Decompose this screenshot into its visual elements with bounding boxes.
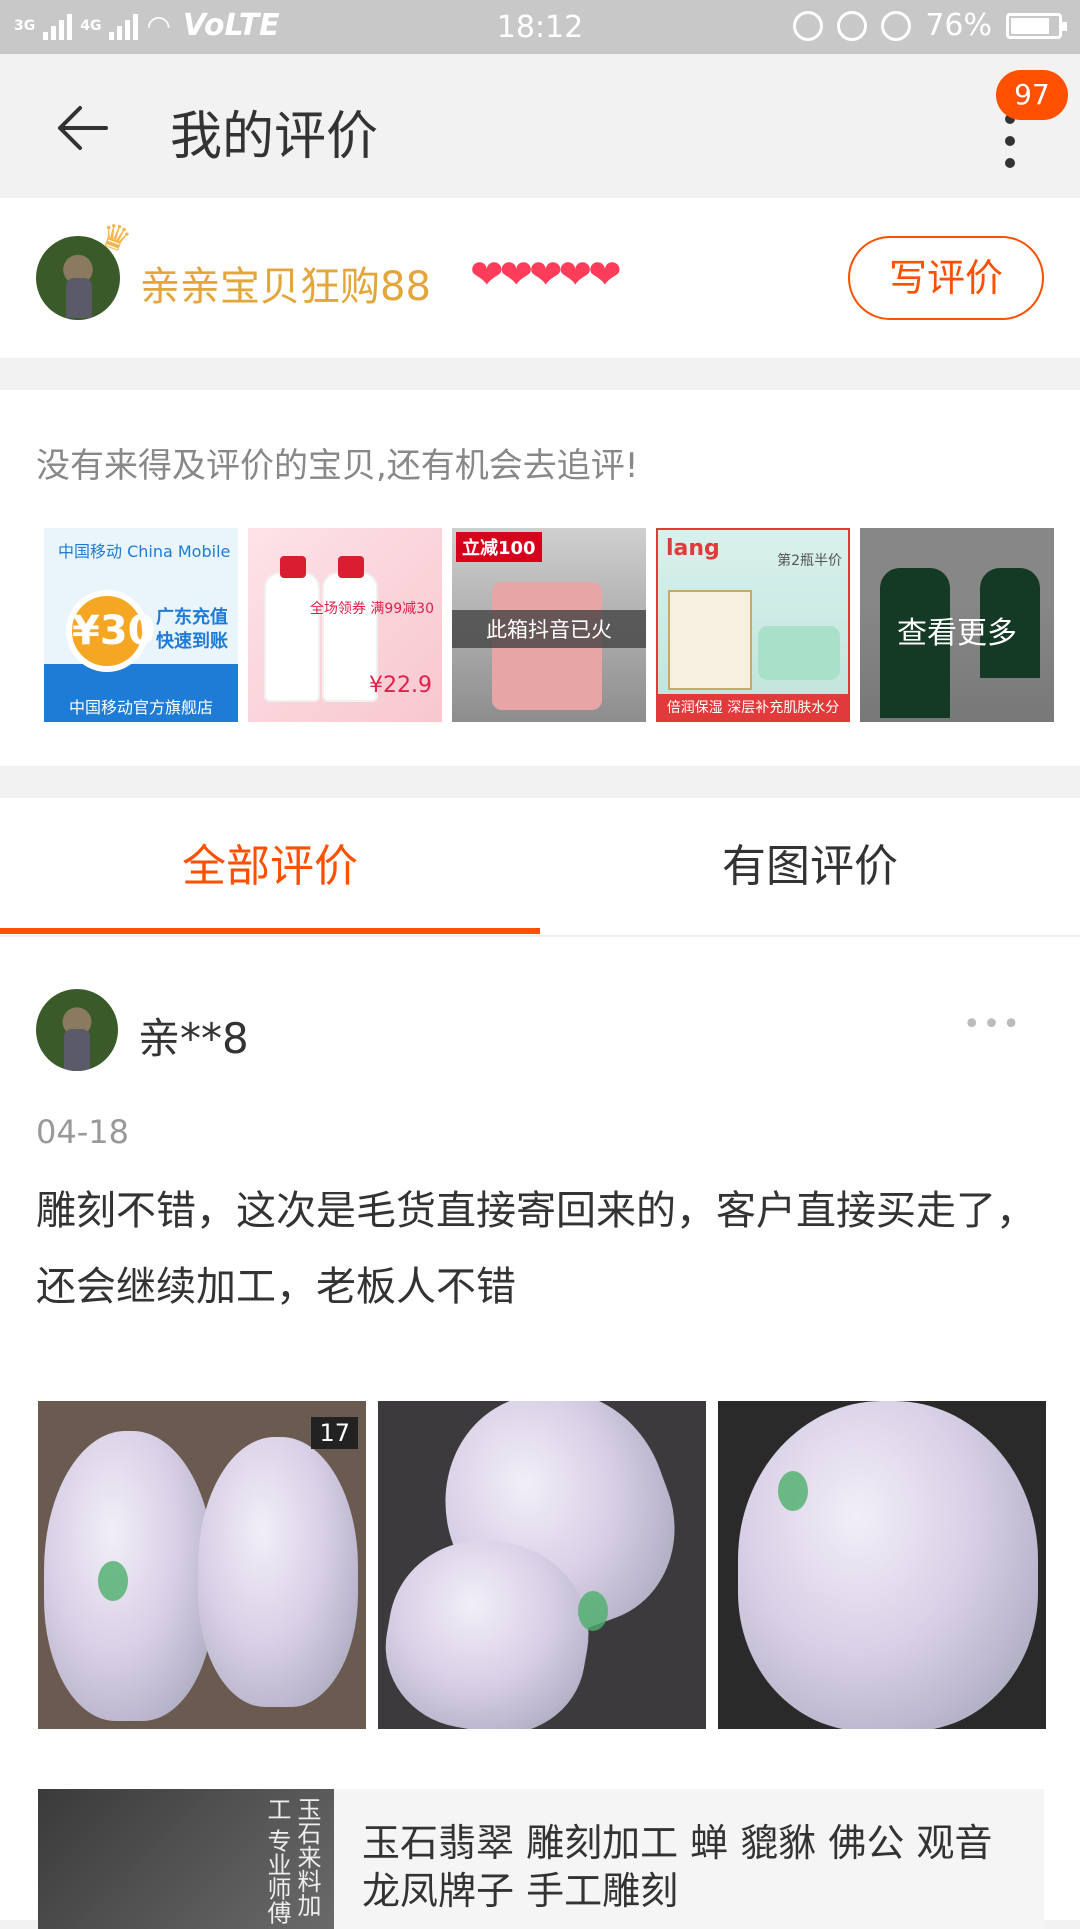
pending-item-lotion[interactable]: 全场领券 满99减30 ¥22.9 bbox=[248, 528, 442, 722]
see-more-button[interactable]: 查看更多 bbox=[860, 528, 1054, 722]
review-photo[interactable]: 17 bbox=[38, 1401, 366, 1729]
pending-item-skincare[interactable]: lang 第2瓶半价 倍润保湿 深层补充肌肤水分 bbox=[656, 528, 850, 722]
active-tab-indicator bbox=[0, 928, 540, 934]
more-options-icon[interactable]: ••• bbox=[963, 1007, 1022, 1042]
pending-review-section: 没有来得及评价的宝贝,还有机会去追评! 中国移动 China Mobile ¥3… bbox=[0, 390, 1080, 766]
reputation-hearts-icon: ❤❤❤❤❤ bbox=[470, 252, 622, 298]
page-title: 我的评价 bbox=[170, 107, 379, 167]
alarm-icon bbox=[881, 10, 912, 41]
pending-item-mobile-recharge[interactable]: 中国移动 China Mobile ¥30 广东充值 快速到账 中国移动官方旗舰… bbox=[44, 528, 238, 722]
review-date: 04-18 bbox=[36, 1113, 129, 1151]
item-footer: 中国移动官方旗舰店 bbox=[68, 698, 213, 717]
nav-bar: 我的评价 97 bbox=[0, 54, 1080, 198]
product-title: 玉石翡翠 雕刻加工 蝉 貔貅 佛公 观音 龙凤牌子 手工雕刻 bbox=[362, 1821, 993, 1913]
status-bar: 3G 4G ◠ VoLTE 18:12 76% bbox=[0, 0, 1080, 54]
item-text: 广东充值 快速到账 bbox=[156, 607, 228, 652]
review-text: 雕刻不错，这次是毛货直接寄回来的，客户直接买走了，还会继续加工，老板人不错 bbox=[36, 1188, 1036, 1310]
product-box-image bbox=[668, 590, 752, 690]
item-tag: 立减100 bbox=[456, 532, 542, 562]
review-photo[interactable] bbox=[718, 1401, 1046, 1729]
write-review-button[interactable]: 写评价 bbox=[848, 236, 1044, 320]
review-photos: 17 bbox=[38, 1401, 1046, 1729]
jade-pendant-image bbox=[198, 1437, 358, 1707]
lock-rotation-icon bbox=[837, 10, 868, 41]
more-menu-icon[interactable] bbox=[990, 114, 1030, 194]
tab-all-reviews[interactable]: 全部评价 bbox=[0, 798, 540, 936]
user-card: ♛ 亲亲宝贝狂购88 ❤❤❤❤❤ 写评价 bbox=[0, 198, 1080, 358]
item-caption: 此箱抖音已火 bbox=[452, 610, 646, 648]
china-mobile-logo: 中国移动 China Mobile bbox=[58, 542, 231, 561]
photo-label: 17 bbox=[311, 1417, 358, 1449]
mute-icon bbox=[793, 10, 824, 41]
back-arrow-icon[interactable] bbox=[52, 98, 112, 158]
coin-badge: ¥30 bbox=[66, 590, 156, 672]
pending-items: 中国移动 China Mobile ¥30 广东充值 快速到账 中国移动官方旗舰… bbox=[44, 528, 1054, 722]
product-link[interactable]: 玉石来料加工 专业师傅 玉石翡翠 雕刻加工 蝉 貔貅 佛公 观音 龙凤牌子 手工… bbox=[38, 1789, 1044, 1929]
jade-pendant-image bbox=[738, 1401, 1038, 1729]
green-spot bbox=[578, 1591, 608, 1631]
item-footer: 倍润保湿 深层补充肌肤水分 bbox=[658, 694, 848, 720]
username: 亲亲宝贝狂购88 bbox=[140, 264, 431, 310]
avatar bbox=[36, 989, 118, 1071]
status-icons: 76% bbox=[793, 8, 1067, 43]
message-count-badge: 97 bbox=[996, 70, 1068, 120]
green-spot bbox=[98, 1561, 128, 1601]
product-thumbnail-text: 玉石来料加工 专业师傅 bbox=[263, 1797, 321, 1925]
pending-tip: 没有来得及评价的宝贝,还有机会去追评! bbox=[36, 446, 639, 486]
review-photo[interactable] bbox=[378, 1401, 706, 1729]
battery-icon bbox=[1006, 12, 1067, 39]
item-promo: 全场领券 满99减30 bbox=[309, 601, 434, 617]
review-tabs: 全部评价 有图评价 bbox=[0, 798, 1080, 936]
reviewer-name: 亲**8 bbox=[138, 1014, 249, 1063]
jade-pendant-image bbox=[44, 1431, 214, 1721]
bottle-image bbox=[264, 556, 320, 702]
cream-jar-image bbox=[758, 626, 840, 680]
product-thumbnail: 玉石来料加工 专业师傅 bbox=[38, 1789, 334, 1929]
tab-photo-reviews[interactable]: 有图评价 bbox=[540, 798, 1080, 936]
pending-item-suitcase[interactable]: 立减100 此箱抖音已火 bbox=[452, 528, 646, 722]
item-price: ¥22.9 bbox=[369, 673, 432, 698]
battery-percent: 76% bbox=[925, 8, 992, 43]
review-card: 亲**8 ••• 04-18 雕刻不错，这次是毛货直接寄回来的，客户直接买走了，… bbox=[0, 937, 1080, 1929]
green-spot bbox=[778, 1471, 808, 1511]
see-more-label: 查看更多 bbox=[897, 616, 1017, 651]
item-promo: 第2瓶半价 bbox=[777, 553, 842, 569]
brand-logo: lang bbox=[666, 536, 720, 561]
